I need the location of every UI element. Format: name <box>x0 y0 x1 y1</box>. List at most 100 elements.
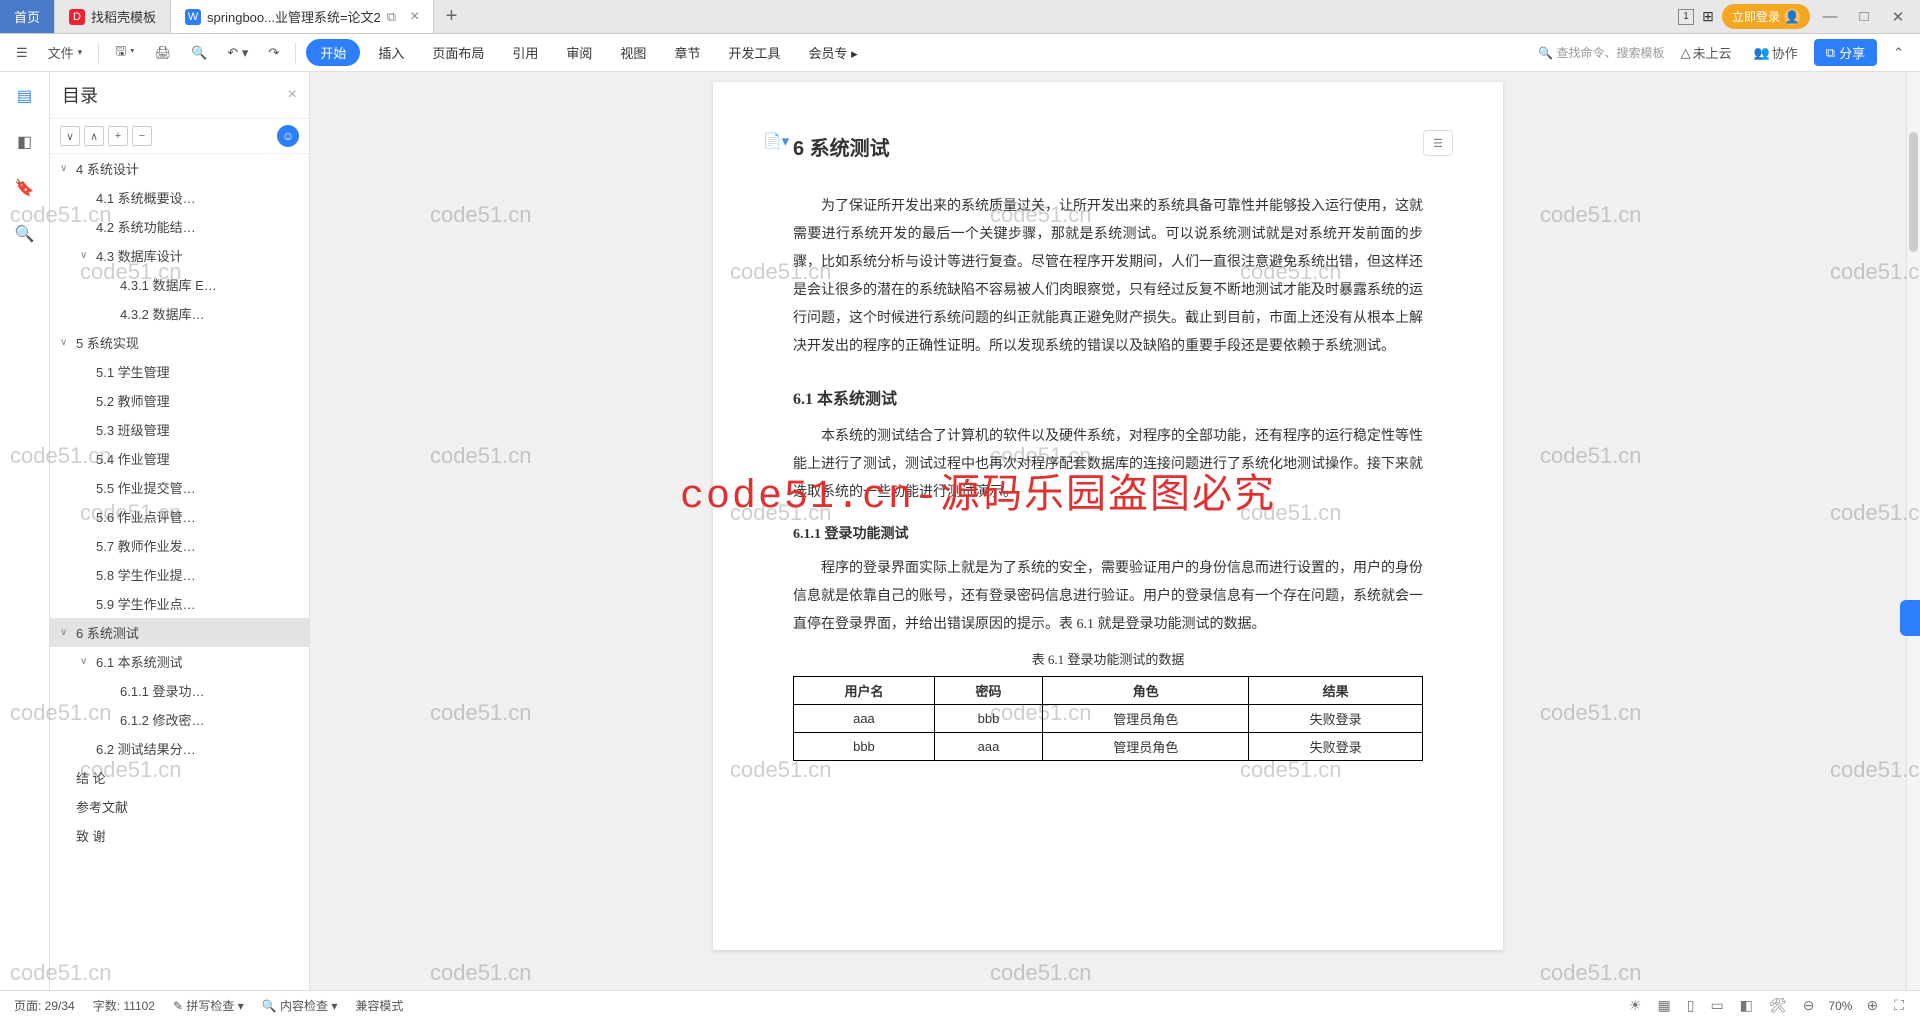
heading-3: 6.1.1 登录功能测试 <box>793 523 1423 543</box>
tab-add[interactable]: + <box>434 0 468 33</box>
toc-item[interactable]: 结 论 <box>50 763 309 792</box>
zoom-level[interactable]: 70% <box>1828 999 1852 1013</box>
word-count[interactable]: 字数: 11102 <box>93 997 155 1014</box>
menu-ref[interactable]: 引用 <box>502 39 548 66</box>
toc-item[interactable]: ∨6 系统测试 <box>50 618 309 647</box>
page-indicator[interactable]: 页面: 29/34 <box>14 997 75 1014</box>
menu-insert[interactable]: 插入 <box>368 39 414 66</box>
document-area[interactable]: 📄▾ ☰ 6 系统测试 为了保证所开发出来的系统质量过关，让所开发出来的系统具备… <box>310 72 1906 990</box>
bookmark-icon[interactable]: 🔖 <box>11 174 39 202</box>
tab-label: springboo...业管理系统=论文2 <box>207 7 381 26</box>
collapse-all-icon[interactable]: ∨ <box>60 126 80 146</box>
view-mode-4-icon[interactable]: ◧ <box>1738 997 1755 1014</box>
menu-view[interactable]: 视图 <box>610 39 656 66</box>
table-cell: 失败登录 <box>1249 705 1423 733</box>
cloud-status[interactable]: △ 未上云 <box>1675 39 1738 66</box>
remove-item-icon[interactable]: − <box>132 126 152 146</box>
toc-item[interactable]: ∨4 系统设计 <box>50 154 309 183</box>
outline-icon[interactable]: ▤ <box>11 82 39 110</box>
scroll-thumb[interactable] <box>1909 132 1918 252</box>
maximize-icon[interactable]: □ <box>1850 3 1878 31</box>
toc-item[interactable]: 6.2 测试结果分… <box>50 734 309 763</box>
toc-item[interactable]: 5.5 作业提交管… <box>50 473 309 502</box>
close-window-icon[interactable]: ✕ <box>1884 3 1912 31</box>
page-option-icon[interactable]: ☰ <box>1423 130 1453 156</box>
brightness-icon[interactable]: ☀ <box>1627 997 1644 1014</box>
side-tag[interactable] <box>1900 600 1920 636</box>
search-input[interactable]: 🔍 查找命令、搜索模板 <box>1538 44 1664 61</box>
toc-item[interactable]: 致 谢 <box>50 821 309 850</box>
share-button[interactable]: ⧉ 分享 <box>1814 39 1877 66</box>
minimize-icon[interactable]: — <box>1816 3 1844 31</box>
tab-template[interactable]: D 找稻壳模板 <box>55 0 171 33</box>
toc-item[interactable]: 5.7 教师作业发… <box>50 531 309 560</box>
toc-item[interactable]: 5.1 学生管理 <box>50 357 309 386</box>
paragraph: 本系统的测试结合了计算机的软件以及硬件系统，对程序的全部功能，还有程序的运行稳定… <box>793 423 1423 507</box>
toc-item[interactable]: 5.9 学生作业点… <box>50 589 309 618</box>
view-mode-3-icon[interactable]: ▭ <box>1708 997 1725 1014</box>
user-avatar-icon[interactable]: ☺ <box>277 125 299 147</box>
menu-review[interactable]: 审阅 <box>556 39 602 66</box>
scrollbar[interactable] <box>1906 72 1920 990</box>
template-icon: D <box>69 9 85 25</box>
toc-item[interactable]: 6.1.2 修改密… <box>50 705 309 734</box>
expand-all-icon[interactable]: ∧ <box>84 126 104 146</box>
content-check[interactable]: 🔍 内容检查 ▾ <box>262 997 338 1014</box>
menu-dev[interactable]: 开发工具 <box>718 39 790 66</box>
zoom-out-icon[interactable]: ⊖ <box>1801 997 1817 1014</box>
toc-item[interactable]: 4.3.2 数据库… <box>50 299 309 328</box>
compat-mode[interactable]: 兼容模式 <box>355 997 403 1014</box>
menu-chapter[interactable]: 章节 <box>664 39 710 66</box>
toc-item[interactable]: ∨4.3 数据库设计 <box>50 241 309 270</box>
table-cell: aaa <box>794 705 935 733</box>
save-icon[interactable]: 🖫 ▾ <box>109 38 141 68</box>
toc-item[interactable]: 5.8 学生作业提… <box>50 560 309 589</box>
paragraph: 程序的登录界面实际上就是为了系统的安全，需要验证用户的身份信息而进行设置的，用户… <box>793 555 1423 639</box>
redo-icon[interactable]: ↷ <box>262 41 285 65</box>
login-label: 立即登录 <box>1732 8 1780 25</box>
toc-item[interactable]: 5.6 作业点评管… <box>50 502 309 531</box>
status-bar: 页面: 29/34 字数: 11102 ✎ 拼写检查 ▾ 🔍 内容检查 ▾ 兼容… <box>0 990 1920 1020</box>
layout-icon-1[interactable]: 1 <box>1678 9 1694 25</box>
toc-item[interactable]: 4.3.1 数据库 E… <box>50 270 309 299</box>
file-menu[interactable]: 文件▾ <box>42 39 89 66</box>
page-rail-icon[interactable]: ◧ <box>11 128 39 156</box>
toc-item[interactable]: 6.1.1 登录功… <box>50 676 309 705</box>
close-icon[interactable]: × <box>410 8 419 26</box>
menu-start[interactable]: 开始 <box>306 39 360 66</box>
add-item-icon[interactable]: + <box>108 126 128 146</box>
zoom-in-icon[interactable]: ⊕ <box>1864 997 1880 1014</box>
toc-item[interactable]: 参考文献 <box>50 792 309 821</box>
menu-member[interactable]: 会员专 ▸ <box>798 39 867 66</box>
tab-document[interactable]: W springboo...业管理系统=论文2 ⧉ × <box>171 0 434 33</box>
tab-restore-icon[interactable]: ⧉ <box>387 9 396 25</box>
menu-layout[interactable]: 页面布局 <box>422 39 494 66</box>
table-row: aaabbb管理员角色失败登录 <box>794 705 1423 733</box>
toc-item[interactable]: 4.2 系统功能结… <box>50 212 309 241</box>
toc-list: ∨4 系统设计4.1 系统概要设…4.2 系统功能结…∨4.3 数据库设计4.3… <box>50 154 309 990</box>
sidebar-close-icon[interactable]: × <box>288 86 297 104</box>
coop-button[interactable]: 👥 协作 <box>1748 39 1804 66</box>
collapse-icon[interactable]: ⌃ <box>1887 41 1910 65</box>
sidebar-title: 目录 <box>62 82 98 108</box>
toc-item[interactable]: ∨6.1 本系统测试 <box>50 647 309 676</box>
undo-icon[interactable]: ↶ ▾ <box>221 41 254 65</box>
menu-icon[interactable]: ☰ <box>10 41 34 65</box>
view-mode-1-icon[interactable]: ▦ <box>1655 997 1672 1014</box>
fullscreen-icon[interactable]: ⛶ <box>1892 997 1906 1014</box>
toc-item[interactable]: 4.1 系统概要设… <box>50 183 309 212</box>
tab-home[interactable]: 首页 <box>0 0 55 33</box>
toc-item[interactable]: 5.3 班级管理 <box>50 415 309 444</box>
view-mode-2-icon[interactable]: ▯ <box>1685 997 1697 1014</box>
search-rail-icon[interactable]: 🔍 <box>11 220 39 248</box>
apps-icon[interactable]: ⊞ <box>1700 9 1716 25</box>
toc-item[interactable]: 5.2 教师管理 <box>50 386 309 415</box>
toc-item[interactable]: 5.4 作业管理 <box>50 444 309 473</box>
login-button[interactable]: 立即登录 👤 <box>1722 4 1810 29</box>
sidebar: 目录 × ∨ ∧ + − ☺ ∨4 系统设计4.1 系统概要设…4.2 系统功能… <box>50 72 310 990</box>
toc-item[interactable]: ∨5 系统实现 <box>50 328 309 357</box>
print-icon[interactable]: 🖨 <box>149 41 178 65</box>
spell-check[interactable]: ✎ 拼写检查 ▾ <box>173 997 244 1014</box>
preview-icon[interactable]: 🔍 <box>185 41 213 65</box>
tools-icon[interactable]: 🛠 <box>1767 997 1789 1014</box>
